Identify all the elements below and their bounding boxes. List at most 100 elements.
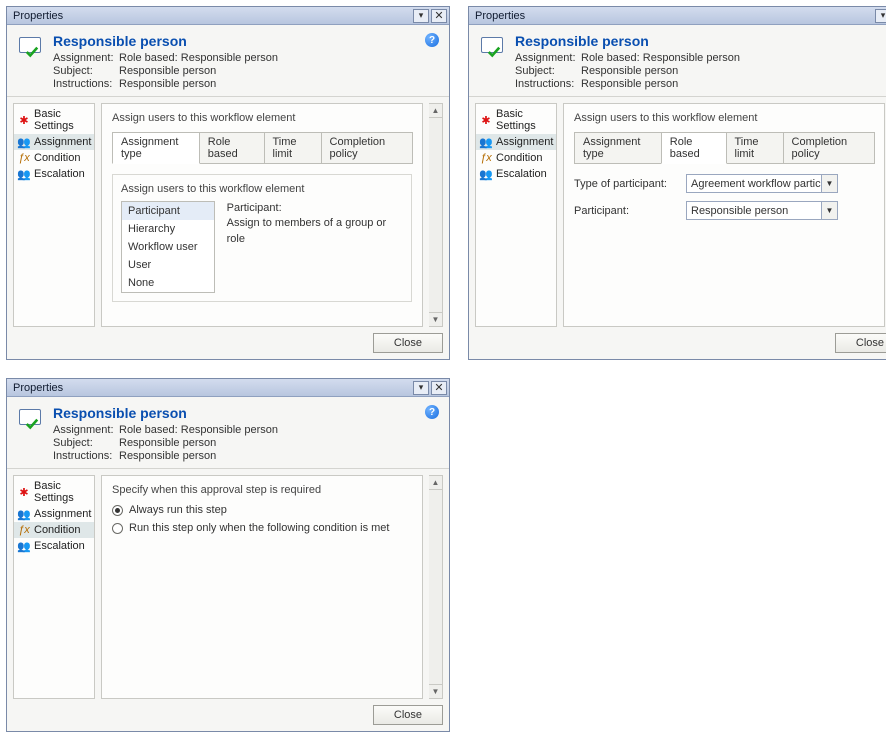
dropdown-button[interactable]: ▾ — [875, 9, 886, 23]
list-item-participant[interactable]: Participant — [122, 202, 214, 220]
scroll-down-icon[interactable]: ▼ — [429, 312, 442, 326]
tab-completion-policy[interactable]: Completion policy — [321, 132, 413, 164]
sidebar-item-condition[interactable]: ƒxCondition — [14, 150, 94, 166]
properties-window-1: Properties ▾ ✕ ? Responsible person Assi… — [6, 6, 450, 360]
subject-value: Responsible person — [119, 65, 278, 77]
tab-completion-policy[interactable]: Completion policy — [783, 132, 875, 164]
people-icon: 👥 — [18, 168, 30, 180]
people-icon: 👥 — [480, 136, 492, 148]
sidebar-item-assignment[interactable]: 👥Assignment — [476, 134, 556, 150]
chevron-down-icon[interactable]: ▼ — [821, 202, 837, 219]
content-pane: Assign users to this workflow element As… — [101, 103, 423, 327]
close-button[interactable]: Close — [373, 333, 443, 353]
help-icon[interactable]: ? — [425, 405, 439, 419]
sidebar: ✱Basic Settings 👥Assignment ƒxCondition … — [475, 103, 557, 327]
tab-assignment-type[interactable]: Assignment type — [112, 132, 200, 164]
assignment-type-list[interactable]: Participant Hierarchy Workflow user User… — [121, 201, 215, 293]
asterisk-icon: ✱ — [480, 114, 492, 126]
header-area: ? Responsible person Assignment:Role bas… — [7, 397, 449, 469]
people-icon: 👥 — [18, 136, 30, 148]
tab-time-limit[interactable]: Time limit — [264, 132, 322, 164]
properties-window-2: Properties ▾ ✕ ? Responsible person Assi… — [468, 6, 886, 360]
close-window-button[interactable]: ✕ — [431, 381, 447, 395]
sidebar-item-basic-settings[interactable]: ✱Basic Settings — [14, 106, 94, 134]
scroll-down-icon[interactable]: ▼ — [429, 684, 442, 698]
combo-value: Responsible person — [687, 205, 821, 217]
titlebar[interactable]: Properties ▾ ✕ — [469, 7, 886, 25]
dropdown-button[interactable]: ▾ — [413, 381, 429, 395]
titlebar[interactable]: Properties ▾ ✕ — [7, 379, 449, 397]
close-button[interactable]: Close — [373, 705, 443, 725]
window-title: Properties — [13, 382, 63, 394]
combo-value: Agreement workflow particip — [687, 178, 821, 190]
participant-combo[interactable]: Responsible person ▼ — [686, 201, 838, 220]
sidebar-item-basic-settings[interactable]: ✱Basic Settings — [476, 106, 556, 134]
scroll-up-icon[interactable]: ▲ — [429, 476, 442, 490]
sidebar-item-escalation[interactable]: 👥Escalation — [476, 166, 556, 182]
meta-block: Assignment:Role based: Responsible perso… — [515, 52, 740, 90]
window-title: Properties — [13, 10, 63, 22]
tab-role-based[interactable]: Role based — [661, 132, 727, 164]
tab-assignment-type[interactable]: Assignment type — [574, 132, 662, 164]
vertical-scrollbar[interactable]: ▲ ▼ — [429, 103, 443, 327]
participant-label: Participant: — [574, 205, 678, 217]
desc-title: Participant: — [227, 201, 403, 216]
subject-label: Subject: — [53, 65, 119, 77]
assignment-label: Assignment: — [53, 52, 119, 64]
radio-dot-icon — [112, 505, 123, 516]
sidebar-item-condition[interactable]: ƒxCondition — [476, 150, 556, 166]
scroll-up-icon[interactable]: ▲ — [429, 104, 442, 118]
tab-time-limit[interactable]: Time limit — [726, 132, 784, 164]
page-icon — [19, 37, 43, 59]
sidebar: ✱Basic Settings 👥Assignment ƒxCondition … — [13, 475, 95, 699]
function-icon: ƒx — [480, 152, 492, 164]
chevron-down-icon[interactable]: ▼ — [821, 175, 837, 192]
asterisk-icon: ✱ — [18, 114, 30, 126]
sidebar-item-escalation[interactable]: 👥Escalation — [14, 166, 94, 182]
window-title: Properties — [475, 10, 525, 22]
instructions-value: Responsible person — [119, 78, 278, 90]
page-icon — [19, 409, 43, 431]
list-item-hierarchy[interactable]: Hierarchy — [122, 220, 214, 238]
inner-heading: Assign users to this workflow element — [121, 183, 403, 195]
radio-label: Run this step only when the following co… — [129, 522, 389, 534]
close-window-button[interactable]: ✕ — [431, 9, 447, 23]
type-of-participant-label: Type of participant: — [574, 178, 678, 190]
sidebar-item-escalation[interactable]: 👥Escalation — [14, 538, 94, 554]
type-of-participant-combo[interactable]: Agreement workflow particip ▼ — [686, 174, 838, 193]
radio-conditional-run[interactable]: Run this step only when the following co… — [112, 522, 412, 534]
desc-body: Assign to members of a group or role — [227, 216, 403, 247]
header-area: ? Responsible person Assignment:Role bas… — [469, 25, 886, 97]
sidebar: ✱Basic Settings 👥Assignment ƒxCondition … — [13, 103, 95, 327]
type-of-participant-row: Type of participant: Agreement workflow … — [574, 174, 874, 193]
assignment-value: Role based: Responsible person — [119, 52, 278, 64]
radio-always-run[interactable]: Always run this step — [112, 504, 412, 516]
content-pane: Specify when this approval step is requi… — [101, 475, 423, 699]
tab-row: Assignment type Role based Time limit Co… — [112, 132, 412, 164]
function-icon: ƒx — [18, 524, 30, 536]
header-area: ? Responsible person Assignment: Role ba… — [7, 25, 449, 97]
participant-row: Participant: Responsible person ▼ — [574, 201, 874, 220]
close-button[interactable]: Close — [835, 333, 886, 353]
sidebar-item-assignment[interactable]: 👥Assignment — [14, 134, 94, 150]
list-item-none[interactable]: None — [122, 274, 214, 292]
radio-dot-icon — [112, 523, 123, 534]
tab-role-based[interactable]: Role based — [199, 132, 265, 164]
function-icon: ƒx — [18, 152, 30, 164]
meta-block: Assignment:Role based: Responsible perso… — [53, 424, 278, 462]
list-item-user[interactable]: User — [122, 256, 214, 274]
sidebar-item-condition[interactable]: ƒxCondition — [14, 522, 94, 538]
titlebar[interactable]: Properties ▾ ✕ — [7, 7, 449, 25]
sidebar-item-assignment[interactable]: 👥Assignment — [14, 506, 94, 522]
content-heading: Assign users to this workflow element — [574, 112, 874, 124]
help-icon[interactable]: ? — [425, 33, 439, 47]
meta-block: Assignment: Role based: Responsible pers… — [53, 52, 278, 90]
page-title: Responsible person — [53, 405, 278, 421]
sidebar-item-basic-settings[interactable]: ✱Basic Settings — [14, 478, 94, 506]
instructions-label: Instructions: — [53, 78, 119, 90]
dropdown-button[interactable]: ▾ — [413, 9, 429, 23]
radio-label: Always run this step — [129, 504, 227, 516]
page-title: Responsible person — [515, 33, 740, 49]
list-item-workflow-user[interactable]: Workflow user — [122, 238, 214, 256]
vertical-scrollbar[interactable]: ▲ ▼ — [429, 475, 443, 699]
